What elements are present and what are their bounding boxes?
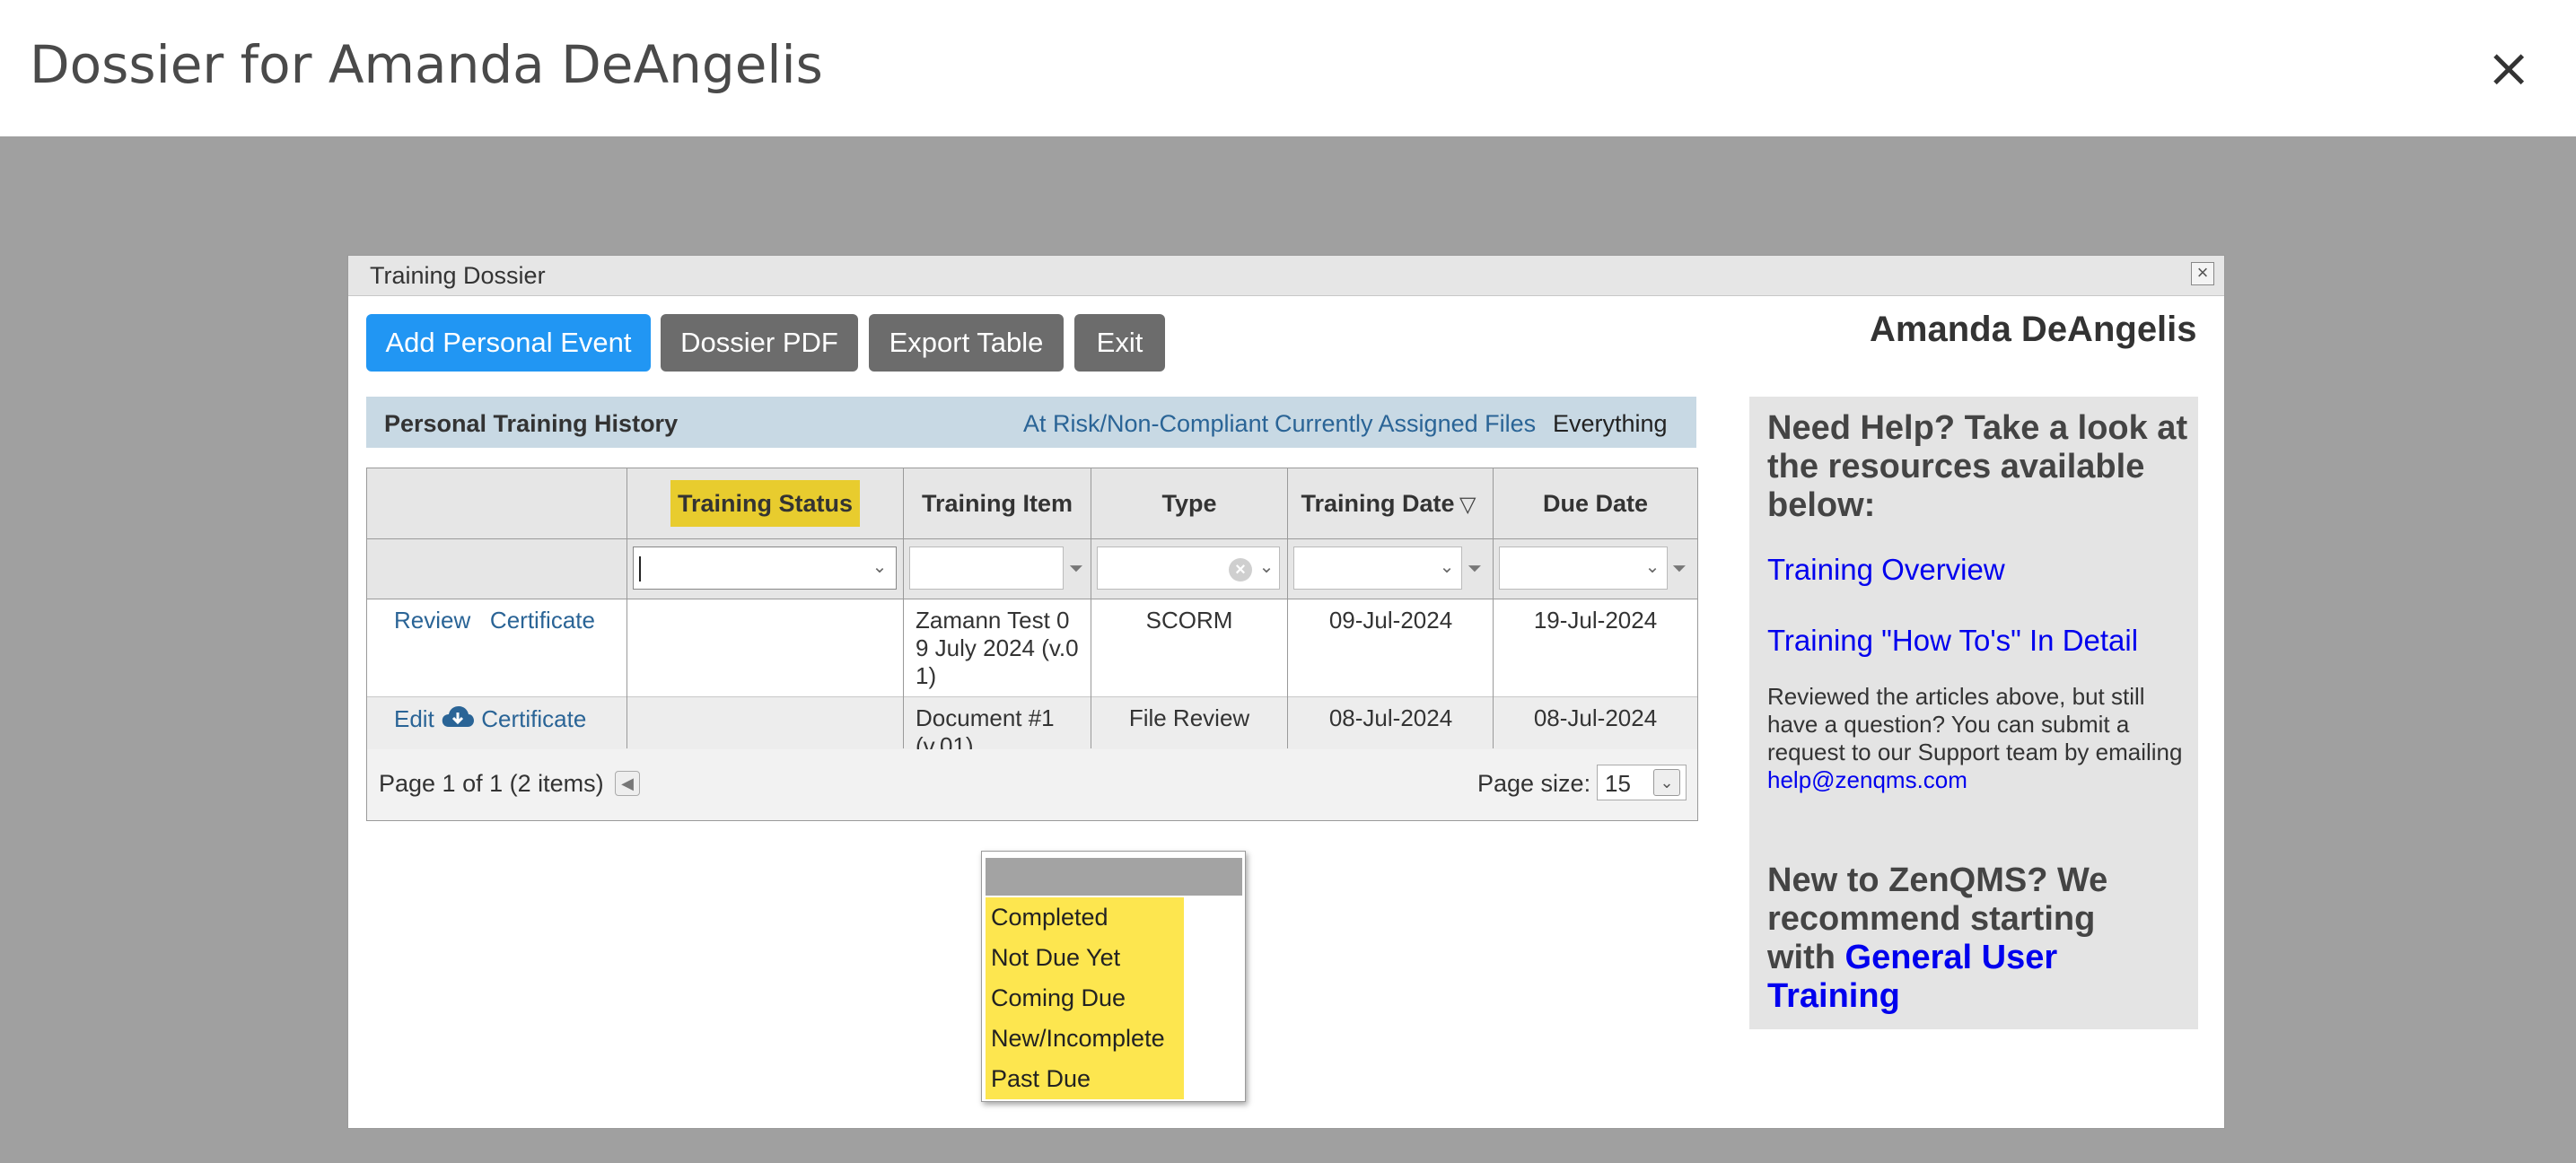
status-header-label: Training Status — [670, 480, 861, 527]
dialog-title: Training Dossier — [370, 262, 546, 289]
dropdown-option-new-incomplete[interactable]: New/Incomplete — [986, 1019, 1184, 1059]
help-panel: Need Help? Take a look at the resources … — [1749, 397, 2198, 1029]
filter-row: ⌄ ⏷ × ⌄ ⌄ ⏷ ⌄ ⏷ — [367, 539, 1697, 599]
type-cell: SCORM — [1145, 607, 1233, 634]
page-size-value: 15 — [1605, 770, 1631, 797]
pager-summary: Page 1 of 1 (2 items) — [379, 770, 604, 797]
chevron-down-icon[interactable]: ⌄ — [1256, 556, 1277, 578]
filter-icon[interactable]: ⏷ — [1465, 557, 1485, 581]
column-divider — [1493, 468, 1494, 748]
due-date-cell: 08-Jul-2024 — [1533, 704, 1658, 731]
column-divider — [1287, 468, 1288, 748]
dropdown-option-past-due[interactable]: Past Due — [986, 1059, 1184, 1099]
first-page-icon[interactable]: ◀ — [615, 771, 640, 796]
dropdown-option-blank[interactable] — [986, 858, 1242, 896]
column-divider — [626, 468, 627, 748]
sort-desc-icon[interactable]: ▽ — [1459, 492, 1476, 518]
close-icon[interactable]: × — [2486, 36, 2531, 101]
grid-title: Personal Training History — [384, 410, 679, 437]
table-row: Edit Certificate Document #1 (v.01) File… — [367, 697, 1697, 759]
edit-link[interactable]: Edit — [394, 705, 434, 732]
training-date-filter-input[interactable]: ⌄ — [1293, 547, 1462, 590]
status-filter-input[interactable]: ⌄ — [633, 547, 897, 590]
column-header-item[interactable]: Training Item — [904, 468, 1091, 538]
training-dossier-dialog: Training Dossier × Add Personal Event Do… — [347, 255, 2225, 1129]
modal-title: Dossier for Amanda DeAngelis — [30, 34, 823, 95]
column-header-due-date[interactable]: Due Date — [1494, 468, 1697, 538]
help-support-message: Reviewed the articles above, but still h… — [1767, 683, 2183, 765]
table-header-row: Training Status Training Item Type Train… — [367, 468, 1697, 539]
exit-button[interactable]: Exit — [1074, 314, 1165, 372]
review-link[interactable]: Review — [394, 607, 470, 634]
type-cell: File Review — [1128, 704, 1250, 731]
training-date-cell: 09-Jul-2024 — [1328, 607, 1453, 634]
column-header-type[interactable]: Type — [1091, 468, 1287, 538]
view-current-files-link[interactable]: Currently Assigned Files — [1275, 410, 1536, 438]
type-filter-input[interactable]: × ⌄ — [1097, 547, 1280, 590]
add-personal-event-button[interactable]: Add Personal Event — [366, 314, 651, 372]
grid-title-bar: Personal Training History At Risk/Non-Co… — [366, 397, 1696, 448]
chevron-down-icon[interactable]: ⌄ — [869, 556, 890, 578]
text-cursor — [639, 556, 641, 582]
certificate-link[interactable]: Certificate — [490, 607, 595, 634]
help-title: Need Help? Take a look at the resources … — [1767, 409, 2188, 524]
due-date-cell: 19-Jul-2024 — [1533, 607, 1658, 634]
training-date-cell: 08-Jul-2024 — [1328, 704, 1453, 731]
dossier-pdf-button[interactable]: Dossier PDF — [661, 314, 858, 372]
training-history-table: Training Status Training Item Type Train… — [366, 468, 1698, 821]
cloud-download-icon[interactable] — [441, 704, 475, 730]
training-how-tos-link[interactable]: Training "How To's" In Detail — [1767, 624, 2138, 658]
view-at-risk-link[interactable]: At Risk/Non-Compliant — [1023, 410, 1268, 438]
dialog-titlebar: Training Dossier × — [348, 256, 2224, 296]
column-header-training-date[interactable]: Training Date — [1288, 468, 1468, 538]
training-item-cell: Zamann Test 09 July 2024 (v.01) — [916, 607, 1079, 689]
export-table-button[interactable]: Export Table — [869, 314, 1064, 372]
training-overview-link[interactable]: Training Overview — [1767, 553, 2005, 587]
support-email-link[interactable]: help@zenqms.com — [1767, 766, 1967, 793]
item-filter-input[interactable] — [909, 547, 1064, 590]
due-date-filter-input[interactable]: ⌄ — [1499, 547, 1668, 590]
chevron-down-icon[interactable]: ⌄ — [1653, 769, 1680, 796]
help-support-text: Reviewed the articles above, but still h… — [1767, 683, 2189, 794]
dropdown-option-not-due-yet[interactable]: Not Due Yet — [986, 938, 1184, 978]
row-actions: Review Certificate — [394, 607, 595, 634]
filter-icon[interactable]: ⏷ — [1669, 557, 1689, 581]
column-header-status[interactable]: Training Status — [627, 468, 903, 538]
table-row: Review Certificate Zamann Test 09 July 2… — [367, 599, 1697, 697]
row-actions: Edit Certificate — [394, 704, 586, 733]
dropdown-option-completed[interactable]: Completed — [986, 897, 1184, 938]
new-user-text: New to ZenQMS? We recommend starting wit… — [1767, 861, 2162, 1016]
page-size-select[interactable]: 15 ⌄ — [1597, 765, 1687, 800]
view-everything-link[interactable]: Everything — [1553, 410, 1668, 438]
chevron-down-icon[interactable]: ⌄ — [1436, 556, 1458, 578]
page-size-label: Page size: — [1477, 770, 1591, 797]
chevron-down-icon[interactable]: ⌄ — [1642, 556, 1663, 578]
status-filter-dropdown: Completed Not Due Yet Coming Due New/Inc… — [981, 851, 1246, 1102]
certificate-link[interactable]: Certificate — [481, 705, 586, 732]
column-divider — [903, 468, 904, 748]
filter-icon[interactable]: ⏷ — [1066, 557, 1086, 581]
dialog-close-icon[interactable]: × — [2191, 262, 2214, 285]
dropdown-option-coming-due[interactable]: Coming Due — [986, 978, 1184, 1019]
user-name: Amanda DeAngelis — [1870, 310, 2197, 349]
modal-header: Dossier for Amanda DeAngelis × — [0, 0, 2576, 136]
pager: Page 1 of 1 (2 items) ◀ Page size: 15 ⌄ — [367, 749, 1697, 820]
clear-icon[interactable]: × — [1229, 558, 1252, 582]
